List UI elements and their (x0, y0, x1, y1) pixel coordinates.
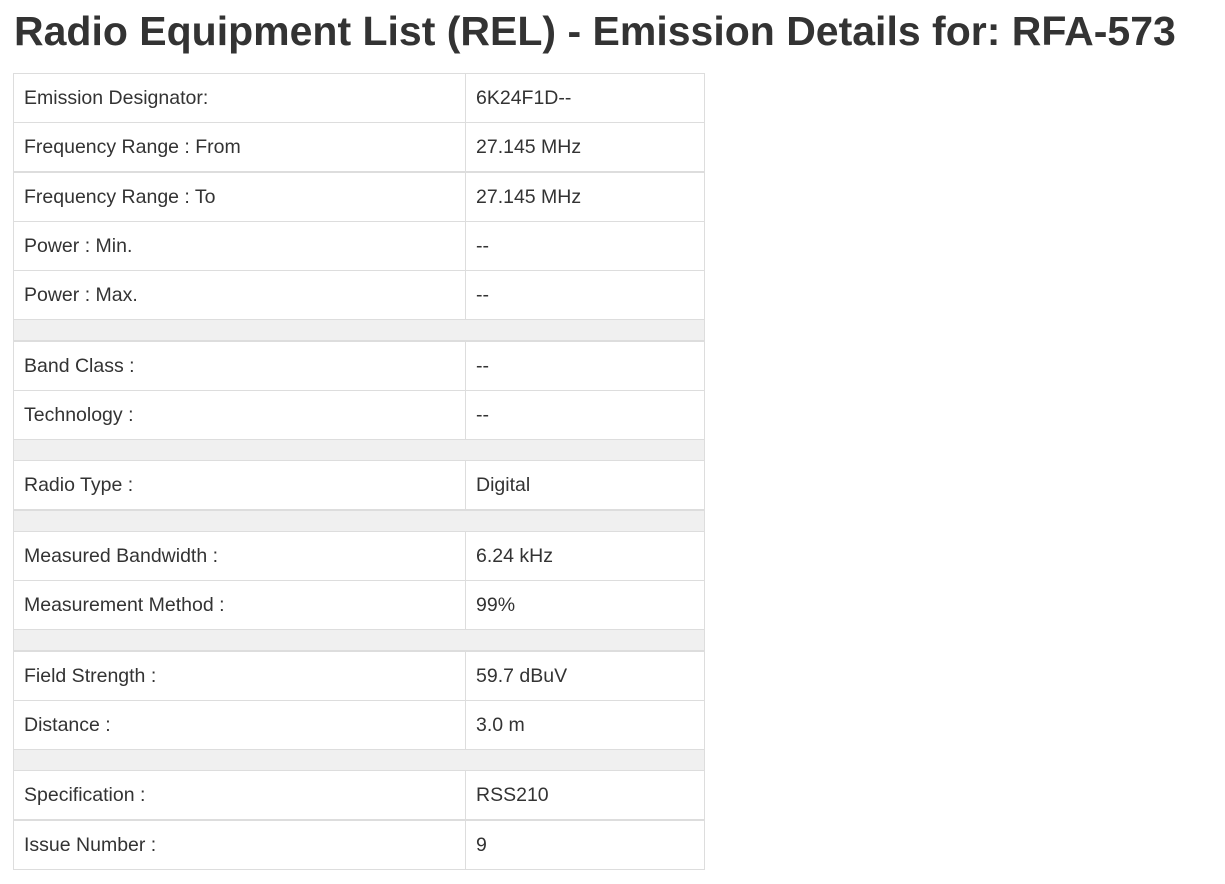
detail-label: Radio Type : (13, 460, 466, 511)
emission-details-body: Emission Designator: 6K24F1D-- Frequency… (13, 73, 705, 870)
separator-cell (13, 509, 705, 532)
separator-cell (13, 749, 705, 771)
detail-label: Frequency Range : From (13, 122, 466, 173)
detail-label: Measured Bandwidth : (13, 531, 466, 581)
detail-label: Measurement Method : (13, 580, 466, 630)
detail-label: Power : Max. (13, 270, 466, 320)
detail-value: RSS210 (465, 770, 705, 821)
detail-row-measured-bandwidth: Measured Bandwidth : 6.24 kHz (13, 531, 705, 581)
separator-cell (13, 319, 705, 342)
detail-row-radio-type: Radio Type : Digital (13, 460, 705, 511)
group-separator (13, 439, 705, 461)
detail-row-power-max: Power : Max. -- (13, 270, 705, 320)
detail-value: 3.0 m (465, 700, 705, 750)
detail-value: -- (465, 270, 705, 320)
detail-row-frequency-from: Frequency Range : From 27.145 MHz (13, 122, 705, 173)
detail-row-frequency-to: Frequency Range : To 27.145 MHz (13, 171, 705, 222)
detail-row-technology: Technology : -- (13, 390, 705, 440)
detail-label: Band Class : (13, 340, 466, 391)
detail-row-power-min: Power : Min. -- (13, 221, 705, 271)
detail-label: Emission Designator: (13, 73, 466, 123)
detail-value: -- (465, 221, 705, 271)
detail-row-specification: Specification : RSS210 (13, 770, 705, 821)
detail-value: 6K24F1D-- (465, 73, 705, 123)
detail-value: Digital (465, 460, 705, 511)
detail-label: Frequency Range : To (13, 171, 466, 222)
group-separator (13, 629, 705, 652)
detail-row-band-class: Band Class : -- (13, 340, 705, 391)
detail-row-field-strength: Field Strength : 59.7 dBuV (13, 650, 705, 701)
detail-value: -- (465, 340, 705, 391)
group-separator (13, 749, 705, 771)
detail-value: 99% (465, 580, 705, 630)
detail-value: 27.145 MHz (465, 122, 705, 173)
detail-label: Issue Number : (13, 819, 466, 870)
detail-label: Field Strength : (13, 650, 466, 701)
page-title: Radio Equipment List (REL) - Emission De… (14, 8, 1176, 54)
detail-label: Power : Min. (13, 221, 466, 271)
detail-row-measurement-method: Measurement Method : 99% (13, 580, 705, 630)
detail-value: 6.24 kHz (465, 531, 705, 581)
detail-row-issue-number: Issue Number : 9 (13, 819, 705, 870)
group-separator (13, 319, 705, 342)
detail-row-emission-designator: Emission Designator: 6K24F1D-- (13, 73, 705, 123)
detail-value: 59.7 dBuV (465, 650, 705, 701)
emission-details-table: Emission Designator: 6K24F1D-- Frequency… (13, 73, 705, 870)
detail-label: Technology : (13, 390, 466, 440)
detail-label: Distance : (13, 700, 466, 750)
separator-cell (13, 629, 705, 652)
detail-value: -- (465, 390, 705, 440)
detail-label: Specification : (13, 770, 466, 821)
detail-row-distance: Distance : 3.0 m (13, 700, 705, 750)
separator-cell (13, 439, 705, 461)
detail-value: 27.145 MHz (465, 171, 705, 222)
detail-value: 9 (465, 819, 705, 870)
group-separator (13, 509, 705, 532)
